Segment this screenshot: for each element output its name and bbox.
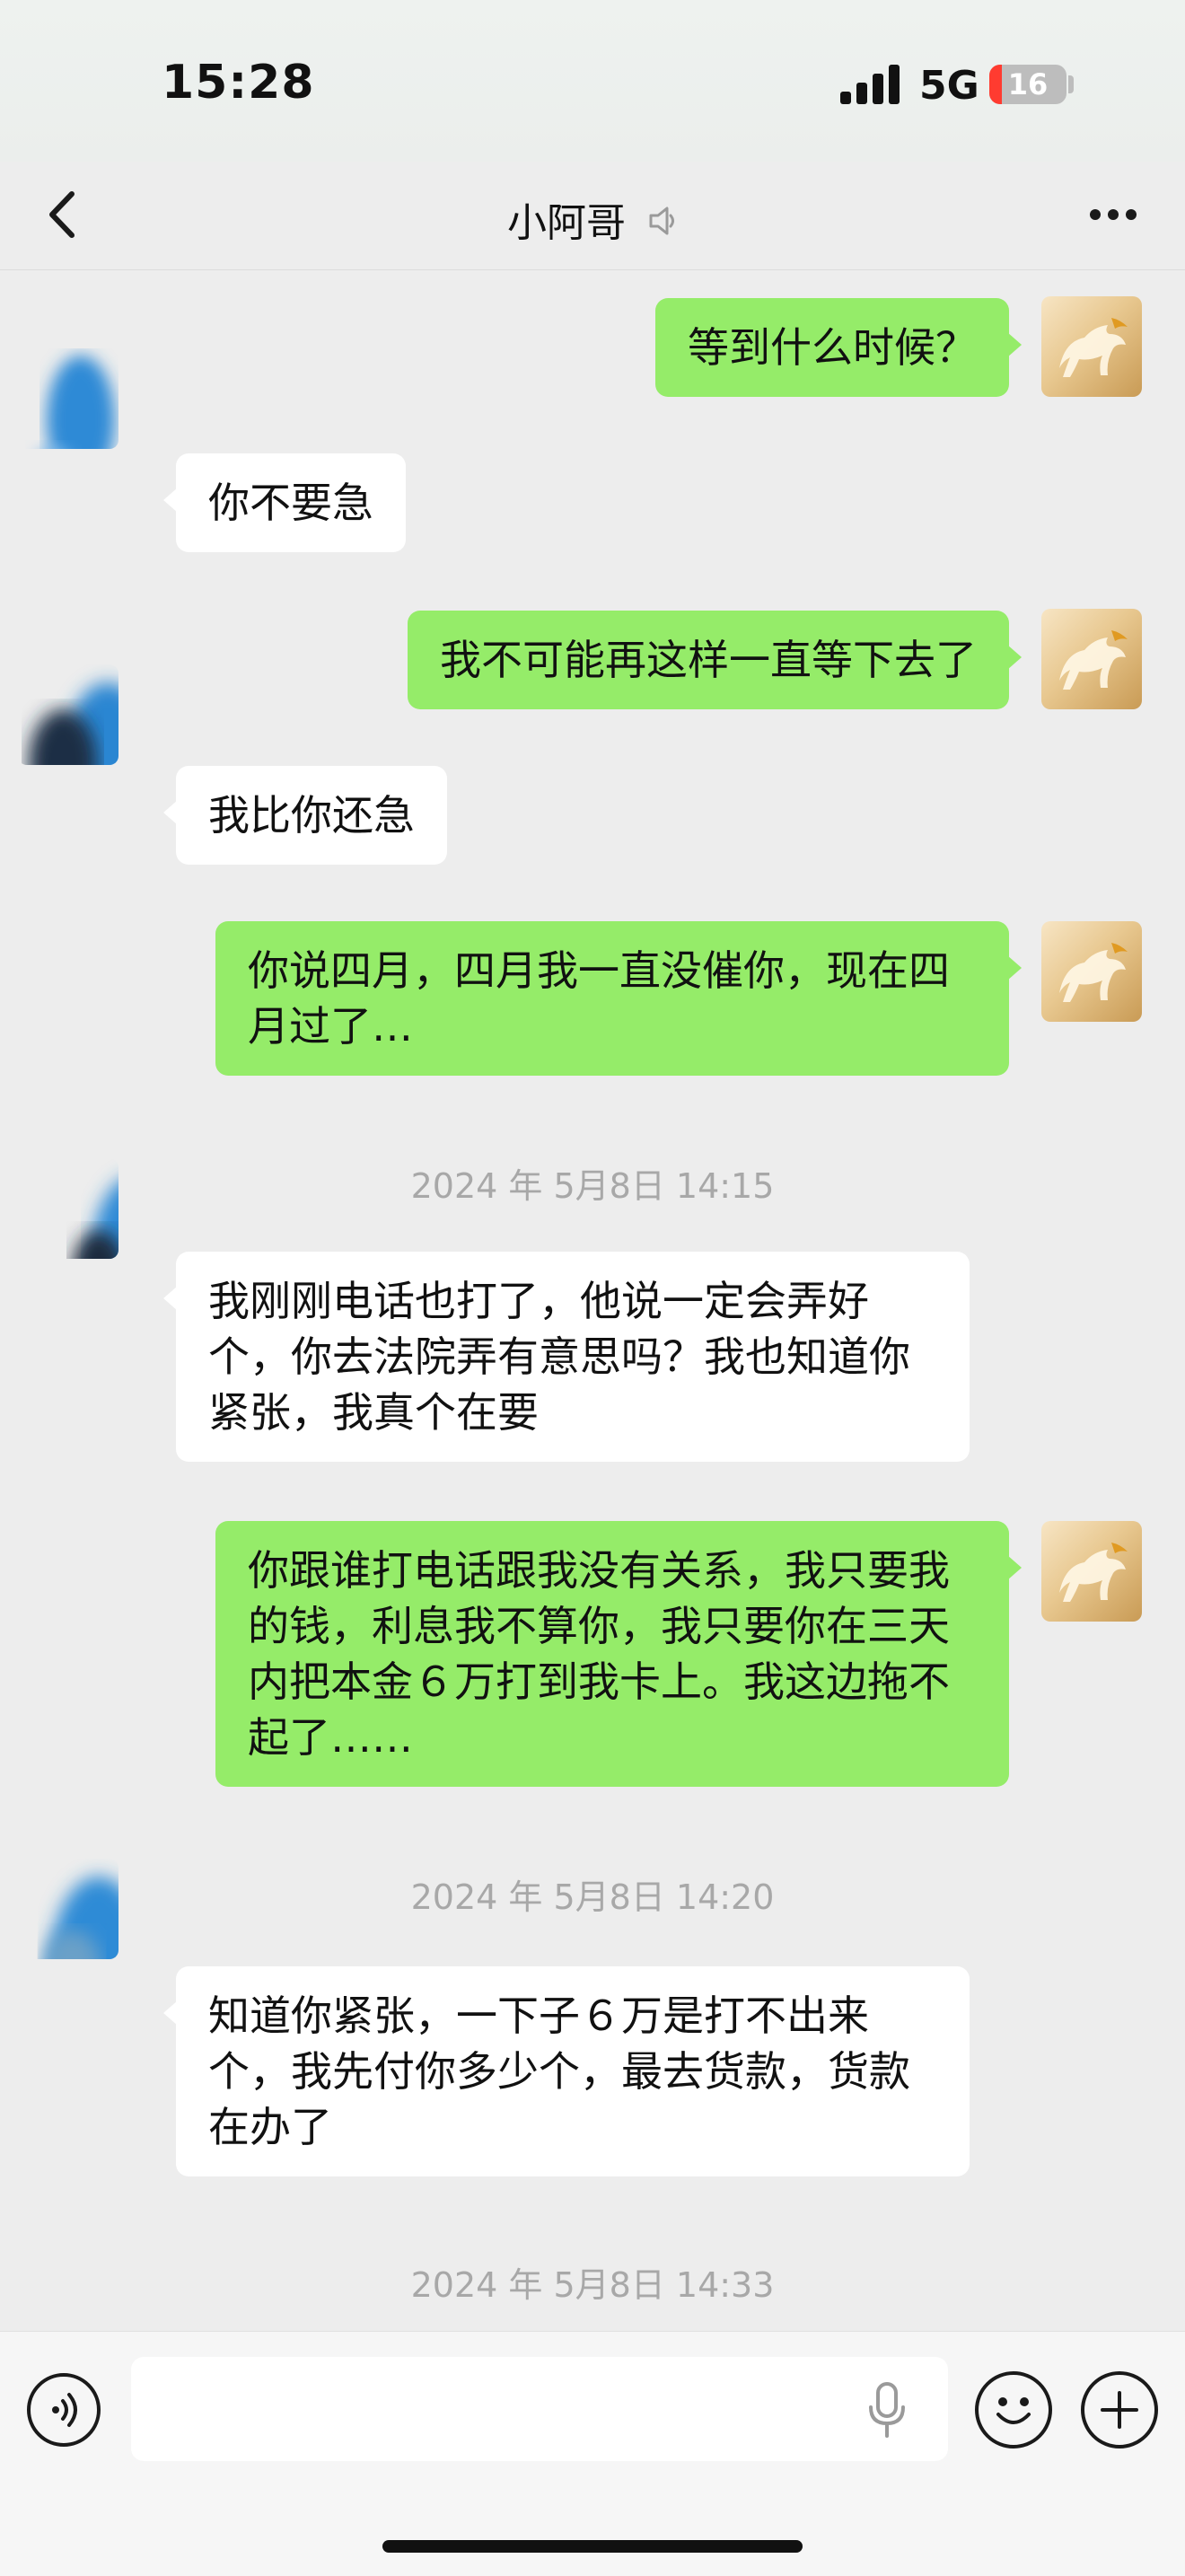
voice-mode-icon xyxy=(52,2393,77,2427)
more-button[interactable] xyxy=(1077,183,1149,246)
horse-icon xyxy=(1059,630,1128,690)
blurred-avatar-image xyxy=(43,1877,118,1959)
cellular-signal-icon xyxy=(840,65,900,104)
status-bar: 15:28 5G 16 xyxy=(0,0,1185,162)
blurred-avatar-image xyxy=(46,356,115,449)
more-dots-icon xyxy=(1090,209,1137,220)
incoming-message[interactable]: 我比你还急 xyxy=(163,766,447,865)
plus-button[interactable] xyxy=(1081,2371,1158,2449)
horse-icon xyxy=(1059,1543,1128,1602)
contact-avatar[interactable] xyxy=(18,1859,118,1959)
speaker-muted-icon xyxy=(645,203,678,249)
horse-icon xyxy=(1059,318,1128,377)
my-avatar[interactable] xyxy=(1041,296,1142,397)
outgoing-message[interactable]: 我不可能再这样一直等下去了 xyxy=(408,611,1022,709)
network-type: 5G xyxy=(919,63,979,109)
input-bar xyxy=(0,2331,1185,2576)
battery-icon: 16 xyxy=(989,65,1066,104)
battery-percent: 16 xyxy=(1007,67,1049,101)
microphone-button[interactable] xyxy=(865,2380,908,2440)
outgoing-message[interactable]: 等到什么时候？ xyxy=(655,298,1022,397)
emoji-icon xyxy=(996,2397,1031,2424)
chat-title: 小阿哥 xyxy=(507,200,626,246)
plus-icon xyxy=(1101,2391,1138,2429)
horse-icon xyxy=(1059,943,1128,1002)
contact-avatar[interactable] xyxy=(18,664,118,765)
message-timestamp: 2024 年 5月8日 14:33 xyxy=(410,2265,775,2305)
message-timestamp: 2024 年 5月8日 14:20 xyxy=(410,1877,775,1917)
incoming-message[interactable]: 我刚刚电话也打了，他说一定会弄好个，你去法院弄有意思吗？我也知道你紧张，我真个在… xyxy=(163,1252,970,1462)
incoming-message[interactable]: 知道你紧张，一下子６万是打不出来个，我先付你多少个，最去货款，货款在办了 xyxy=(163,1966,970,2176)
my-avatar[interactable] xyxy=(1041,1521,1142,1622)
incoming-message[interactable]: 你不要急 xyxy=(163,453,406,552)
contact-avatar[interactable] xyxy=(18,348,118,449)
home-indicator[interactable] xyxy=(382,2540,803,2553)
outgoing-message[interactable]: 你跟谁打电话跟我没有关系，我只要我的钱，利息我不算你，我只要你在三天内把本金６万… xyxy=(215,1521,1022,1787)
battery-tip xyxy=(1068,75,1074,93)
voice-mode-button[interactable] xyxy=(27,2373,101,2447)
chat-title-area: 小阿哥 xyxy=(0,190,1185,249)
contact-avatar[interactable] xyxy=(18,1158,118,1259)
emoji-button[interactable] xyxy=(975,2371,1052,2449)
my-avatar[interactable] xyxy=(1041,609,1142,709)
microphone-icon xyxy=(869,2382,905,2438)
chat-header: 小阿哥 xyxy=(0,162,1185,270)
my-avatar[interactable] xyxy=(1041,921,1142,1022)
message-input[interactable] xyxy=(131,2357,948,2461)
message-timestamp: 2024 年 5月8日 14:15 xyxy=(410,1166,775,1206)
outgoing-message[interactable]: 你说四月，四月我一直没催你，现在四月过了… xyxy=(215,921,1022,1076)
status-time: 15:28 xyxy=(162,56,315,110)
blurred-avatar-image xyxy=(74,1182,118,1259)
blurred-avatar-image xyxy=(29,682,118,765)
